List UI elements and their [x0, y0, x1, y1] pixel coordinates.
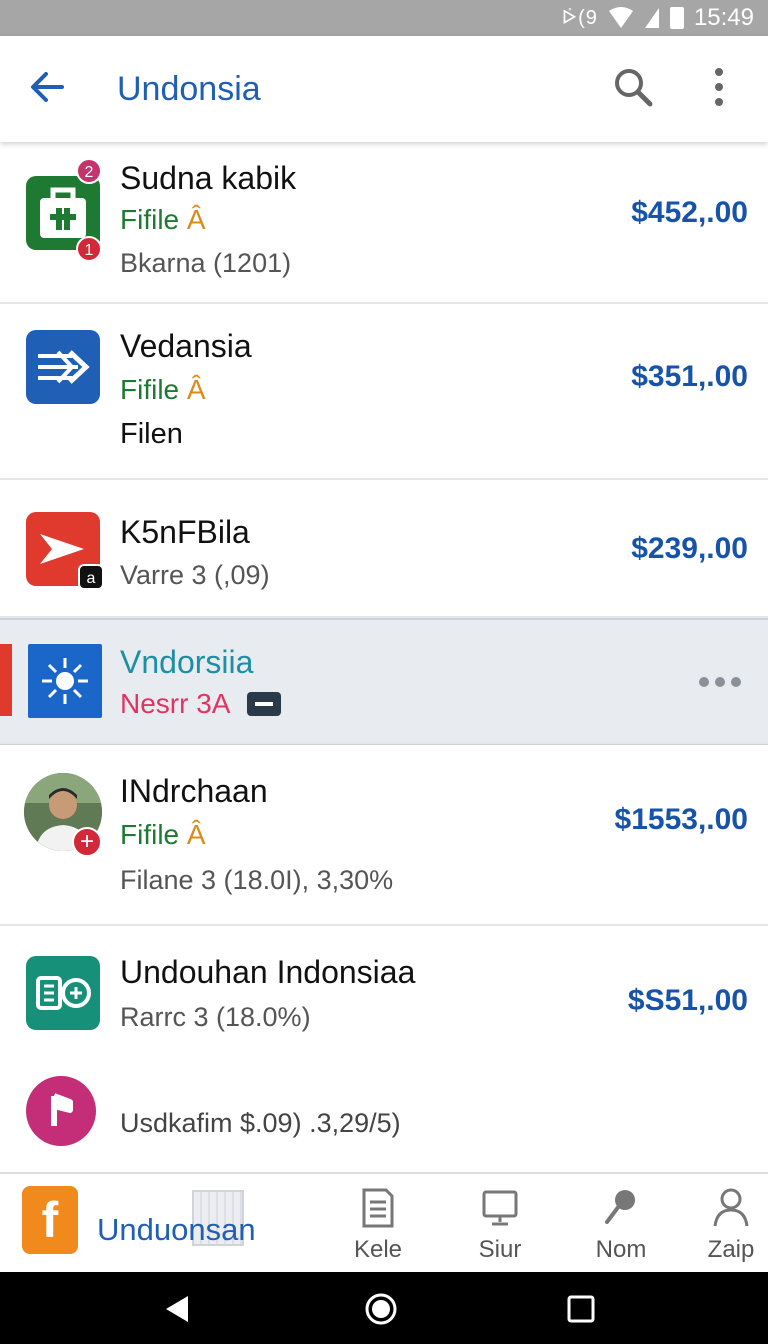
item-name: Vedansia [120, 328, 252, 364]
item-status-mark: Â [186, 374, 206, 405]
item-status-text: Fifile [120, 374, 180, 405]
battery-icon [669, 7, 684, 29]
item-status-text: Fifile [120, 204, 180, 235]
item-price: $239,.00 [631, 532, 748, 565]
status-time: 15:49 [693, 4, 754, 31]
nav-label: Siur [478, 1236, 522, 1263]
arrows-icon [26, 330, 100, 404]
item-status-text: Nesrr 3A [120, 688, 229, 719]
item-status-mark: Â [186, 204, 206, 235]
nav-item-zaip[interactable]: Zaip [686, 1188, 768, 1268]
item-status: Fifile Â [120, 374, 206, 406]
recents-square-icon[interactable] [566, 1294, 596, 1324]
arrows-glyph [38, 350, 90, 384]
home-circle-icon[interactable] [364, 1292, 398, 1326]
nav-label: Zaip [707, 1236, 755, 1263]
item-meta: Filen [120, 418, 183, 450]
list-item[interactable]: a K5nFBila Varre 3 (,09) $239,.00 [0, 480, 768, 618]
item-meta: Varre 3 (,09) [120, 560, 270, 590]
more-horiz-icon[interactable] [696, 676, 744, 688]
nav-item-nom[interactable]: Nom [576, 1188, 666, 1268]
status-signal-text: ᢰ(9 [562, 6, 598, 29]
status-right: ᢰ(9 15:49 [563, 2, 754, 34]
item-meta: Rarrc 3 (18.0%) [120, 1002, 311, 1032]
nav-item-kele[interactable]: Kele [333, 1188, 423, 1268]
list-item[interactable]: Vedansia Fifile Â Filen $351,.00 [0, 304, 768, 480]
brand-label[interactable]: Unduonsan [97, 1212, 256, 1248]
page-title: Undonsia [117, 70, 261, 108]
data-icon [26, 956, 100, 1030]
card-icon [246, 692, 281, 716]
item-price: $351,.00 [631, 360, 748, 393]
item-price: $1553,.00 [614, 803, 748, 836]
item-meta: Filane 3 (18.0I), 3,30% [120, 865, 394, 895]
item-name: Vndorsiia [120, 644, 254, 680]
pin-icon [605, 1190, 635, 1224]
item-status: Nesrr 3A [120, 688, 281, 720]
data-glyph [36, 976, 91, 1010]
brand-logo-icon[interactable]: f [22, 1186, 78, 1254]
music-glyph [51, 1093, 73, 1126]
list-item-selected[interactable]: Vndorsiia Nesrr 3A [0, 618, 768, 744]
add-badge-icon: + [72, 827, 102, 857]
item-name: INdrchaan [120, 773, 268, 809]
spark-icon [28, 644, 102, 718]
more-vert-icon[interactable] [704, 66, 734, 108]
status-bar: ᢰ(9 15:49 [0, 0, 768, 36]
back-arrow-icon[interactable] [26, 66, 68, 108]
bottom-navigation: f Unduonsan Kele Siur Nom Zaip [0, 1172, 768, 1272]
list-item[interactable]: 2 1 Sudna kabik Fifile Â Bkarna (1201) $… [0, 142, 768, 304]
item-status: Fifile Â [120, 819, 206, 851]
person-icon [713, 1188, 749, 1227]
list-item[interactable]: Usdkafim $.09) .3,29/5) [0, 1068, 768, 1172]
spark-glyph [42, 658, 88, 704]
notification-badge: 1 [76, 236, 102, 262]
nav-label: Kele [353, 1236, 403, 1263]
monitor-icon [482, 1190, 518, 1226]
selection-marker [0, 644, 12, 716]
item-status-mark: Â [186, 819, 206, 850]
item-status-text: Fifile [120, 819, 180, 850]
notification-badge: 2 [76, 158, 102, 184]
nav-label: Nom [595, 1236, 647, 1263]
item-price: $452,.00 [631, 196, 748, 229]
document-icon [362, 1188, 394, 1228]
nav-item-siur[interactable]: Siur [455, 1188, 545, 1268]
item-status: Fifile Â [120, 204, 206, 236]
item-meta: Usdkafim $.09) .3,29/5) [120, 1108, 401, 1138]
cell-signal-icon [644, 8, 659, 28]
item-name: Undouhan Indonsiaa [120, 954, 416, 990]
system-navigation-bar [0, 1272, 768, 1344]
list-item[interactable]: Undouhan Indonsiaa Rarrc 3 (18.0%) $S51,… [0, 926, 768, 1068]
app-bar: Undonsia [0, 36, 768, 142]
list-item[interactable]: + INdrchaan Fifile Â Filane 3 (18.0I), 3… [0, 744, 768, 926]
search-icon[interactable] [612, 66, 654, 108]
item-meta: Bkarna (1201) [120, 248, 292, 278]
item-name: K5nFBila [120, 514, 250, 550]
item-name: Sudna kabik [120, 160, 297, 196]
music-icon [26, 1076, 96, 1146]
back-triangle-icon[interactable] [162, 1294, 192, 1324]
corner-badge: a [78, 564, 104, 590]
item-price: $S51,.00 [627, 984, 748, 1017]
wifi-icon [608, 7, 633, 28]
